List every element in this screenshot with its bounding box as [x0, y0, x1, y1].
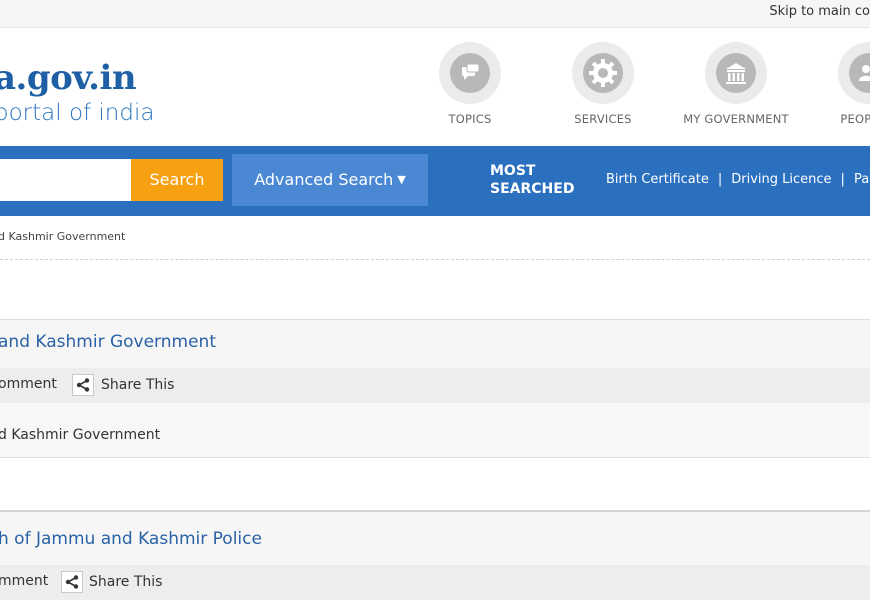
search-button[interactable]: Search: [131, 159, 223, 201]
nav-services[interactable]: SERVICES: [538, 42, 668, 132]
gear-icon: [572, 42, 634, 104]
government-building-icon: [705, 42, 767, 104]
most-searched-heading: MOST SEARCHED: [490, 162, 574, 198]
nav-services-label: SERVICES: [574, 112, 632, 126]
search-input[interactable]: [0, 159, 131, 201]
most-searched-links: Birth Certificate | Driving Licence | Pan ca: [606, 172, 870, 187]
breadcrumb: d Kashmir Government: [0, 230, 126, 243]
result-description-panel: d Kashmir Government: [0, 403, 870, 458]
nav-topics-label: TOPICS: [448, 112, 492, 126]
top-utility-bar: Skip to main co: [0, 0, 870, 28]
most-searched-line2: SEARCHED: [490, 181, 575, 197]
result-title[interactable]: and Kashmir Government: [0, 332, 216, 352]
skip-to-main-content-link[interactable]: Skip to main co: [769, 4, 870, 19]
nav-people-label: PEOPLE C: [840, 112, 870, 126]
nav-my-government[interactable]: MY GOVERNMENT: [671, 42, 801, 132]
most-searched-link-birth-certificate[interactable]: Birth Certificate: [606, 172, 709, 187]
share-this-link[interactable]: Share This: [101, 377, 174, 393]
people-icon: [838, 42, 870, 104]
site-logo-tagline: portal of india: [0, 100, 155, 126]
advanced-search-button[interactable]: Advanced Search ▼: [232, 154, 428, 206]
result-card-header: h of Jammu and Kashmir Police: [0, 510, 870, 567]
share-icon[interactable]: [61, 571, 83, 593]
share-this-link[interactable]: Share This: [89, 574, 162, 590]
result-card-header: and Kashmir Government: [0, 319, 870, 369]
result-actions-bar: mment Share This: [0, 565, 870, 600]
nav-my-government-label: MY GOVERNMENT: [683, 112, 789, 126]
link-separator: |: [717, 172, 723, 187]
nav-people[interactable]: PEOPLE C: [804, 42, 870, 132]
most-searched-link-driving-licence[interactable]: Driving Licence: [731, 172, 831, 187]
nav-topics[interactable]: TOPICS: [405, 42, 535, 132]
result-actions-bar: omment Share This: [0, 368, 870, 403]
caret-down-icon: ▼: [397, 173, 406, 186]
result-title[interactable]: h of Jammu and Kashmir Police: [0, 529, 262, 549]
breadcrumb-divider: [0, 259, 870, 260]
comment-link[interactable]: mment: [0, 573, 48, 589]
result-description: d Kashmir Government: [0, 427, 161, 443]
comment-link[interactable]: omment: [0, 376, 57, 392]
most-searched-link-pan-card[interactable]: Pan ca: [854, 172, 870, 187]
share-icon[interactable]: [72, 374, 94, 396]
link-separator: |: [840, 172, 845, 187]
site-logo-domain[interactable]: a.gov.in: [0, 58, 137, 98]
chat-bubbles-icon: [439, 42, 501, 104]
advanced-search-label: Advanced Search: [254, 170, 394, 189]
most-searched-line1: MOST: [490, 163, 536, 179]
